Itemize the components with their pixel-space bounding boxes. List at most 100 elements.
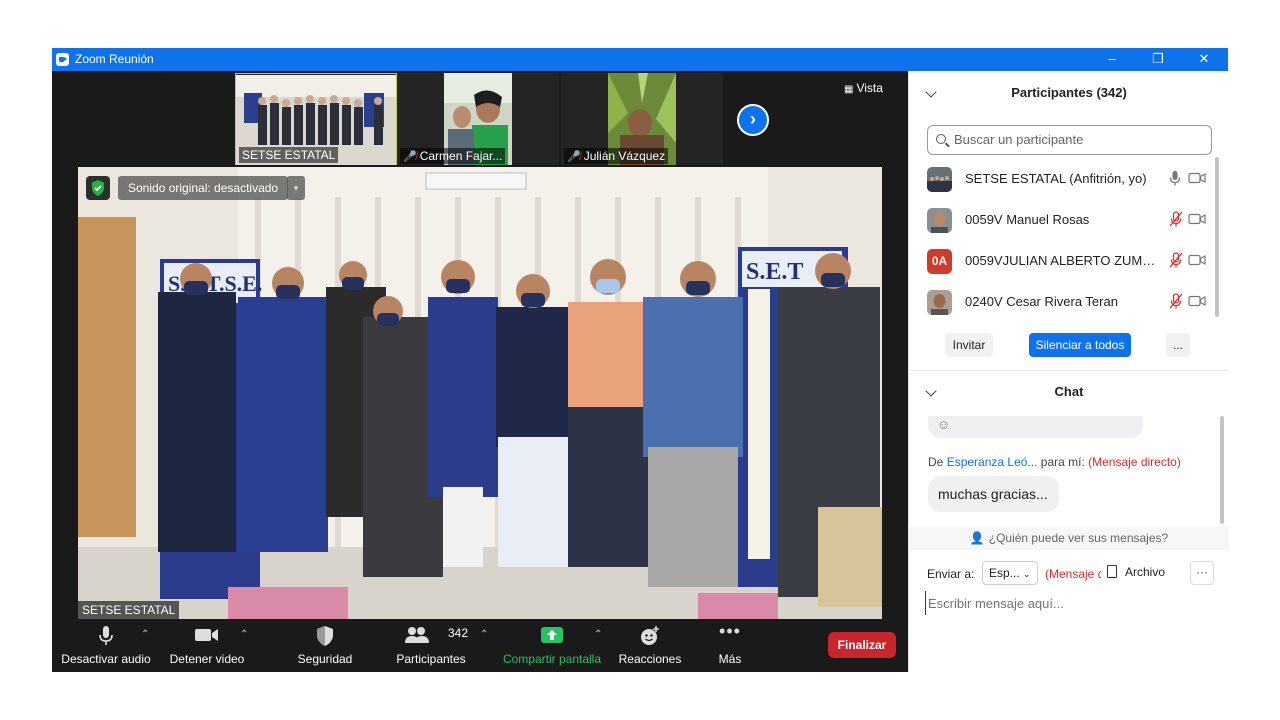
- window-title: Zoom Reunión: [75, 52, 154, 66]
- participants-title: Participantes (342): [1011, 85, 1127, 100]
- microphone-icon[interactable]: [1169, 170, 1181, 187]
- chat-scrollbar[interactable]: [1220, 416, 1224, 524]
- direct-message-indicator: (Mensaje directo): [1045, 567, 1101, 581]
- banner-right-text: S.E.T: [746, 259, 803, 285]
- video-camera-icon[interactable]: [1188, 172, 1206, 184]
- restore-button[interactable]: ❐: [1135, 48, 1181, 71]
- avatar: [927, 167, 952, 192]
- to-me-label: para mí:: [1040, 455, 1085, 469]
- share-screen-icon: [541, 627, 563, 643]
- participants-icon: [405, 627, 429, 643]
- meeting-area: SETSE ESTATAL 🎤̸ Carmen Fajar... 🎤̸ Juli…: [52, 71, 908, 672]
- participant-row[interactable]: 0240V Cesar Rivera Teran: [909, 282, 1219, 322]
- video-camera-icon: [195, 629, 218, 641]
- security-shield-icon[interactable]: [86, 176, 110, 200]
- muted-mic-icon[interactable]: [1169, 252, 1183, 269]
- person-lock-icon: 👤: [969, 531, 985, 545]
- video-camera-icon[interactable]: [1188, 213, 1206, 225]
- video-camera-icon[interactable]: [1188, 295, 1206, 307]
- stop-video-button[interactable]: Detener video: [164, 621, 250, 672]
- thumbnail-julian[interactable]: 🎤̸ Julián Vázquez: [561, 73, 723, 165]
- thumbnail-name-text: Julián Vázquez: [583, 149, 666, 163]
- chat-more-button[interactable]: ···: [1190, 561, 1214, 585]
- mute-all-button[interactable]: Silenciar a todos: [1029, 333, 1131, 357]
- share-screen-button[interactable]: Compartir pantalla: [500, 621, 604, 672]
- zoom-logo-icon: [56, 53, 69, 66]
- participants-scrollbar[interactable]: [1215, 157, 1219, 317]
- participant-search-input[interactable]: Buscar un participante: [927, 125, 1212, 155]
- thumbnail-name: 🎤̸ Carmen Fajar...: [400, 148, 506, 164]
- participant-name: 0059V Manuel Rosas: [965, 212, 1090, 227]
- reactions-button[interactable]: Reacciones: [614, 621, 686, 672]
- panel-divider: [909, 370, 1229, 371]
- chat-message-header: De Esperanza Leó... para mí: (Mensaje di…: [928, 455, 1181, 469]
- avatar: [927, 290, 952, 315]
- participant-row[interactable]: SETSE ESTATAL (Anfitrión, yo): [909, 159, 1219, 199]
- next-page-arrow-icon[interactable]: ›: [737, 104, 769, 136]
- recipient-dropdown[interactable]: Esp... ⌄: [982, 561, 1038, 585]
- avatar: [927, 208, 952, 233]
- who-can-see-link[interactable]: 👤 ¿Quién puede ver sus mensajes?: [909, 526, 1229, 550]
- security-label: Seguridad: [297, 652, 353, 666]
- close-button[interactable]: ✕: [1181, 48, 1227, 71]
- audio-options-chevron-icon[interactable]: ⌃: [141, 629, 149, 640]
- search-icon: [936, 134, 946, 144]
- thumbnail-name-text: Carmen Fajar...: [419, 149, 503, 163]
- chat-header: Chat: [909, 372, 1229, 412]
- participant-row[interactable]: 0059V Manuel Rosas: [909, 200, 1219, 240]
- more-label: Más: [718, 652, 742, 666]
- reactions-label: Reacciones: [618, 652, 682, 666]
- participants-more-button[interactable]: ...: [1166, 333, 1190, 357]
- avatar: 0A: [927, 249, 952, 274]
- share-options-chevron-icon[interactable]: ⌃: [594, 629, 602, 640]
- mute-audio-button[interactable]: Desactivar audio: [60, 621, 152, 672]
- thumbnail-setse[interactable]: SETSE ESTATAL: [235, 73, 397, 165]
- security-button[interactable]: Seguridad: [290, 621, 360, 672]
- emoji-icon: ☺: [937, 417, 951, 432]
- thumbnail-carmen[interactable]: 🎤̸ Carmen Fajar...: [397, 73, 559, 165]
- muted-mic-icon: 🎤̸: [567, 151, 581, 163]
- participant-name: SETSE ESTATAL (Anfitrión, yo): [965, 171, 1147, 186]
- view-button[interactable]: ▦ Vista: [844, 81, 883, 95]
- chat-emoji-bubble: ☺: [928, 416, 1143, 438]
- file-button[interactable]: Archivo: [1107, 565, 1165, 579]
- mute-audio-label: Desactivar audio: [61, 652, 151, 666]
- title-bar: Zoom Reunión – ❐ ✕: [52, 48, 1228, 71]
- sender-name-link[interactable]: Esperanza Leó...: [947, 455, 1038, 469]
- video-camera-icon[interactable]: [1188, 254, 1206, 266]
- participants-count: 342: [448, 626, 469, 640]
- grid-icon: ▦: [844, 84, 854, 95]
- who-can-see-text: ¿Quién puede ver sus mensajes?: [988, 531, 1169, 545]
- main-video: S.E.T.S.E. S.E.T: [78, 167, 882, 619]
- meeting-toolbar: Desactivar audio ⌃ Detener video ⌃ Segur…: [52, 621, 908, 672]
- muted-mic-icon[interactable]: [1169, 293, 1183, 310]
- search-placeholder: Buscar un participante: [954, 132, 1084, 147]
- participants-options-chevron-icon[interactable]: ⌃: [480, 629, 488, 640]
- microphone-icon: [99, 626, 113, 645]
- shield-icon: [317, 626, 333, 646]
- sound-options-chevron-icon[interactable]: ▾: [287, 176, 305, 200]
- collapse-chevron-icon[interactable]: [925, 385, 937, 397]
- chat-message-input[interactable]: [925, 591, 1215, 615]
- video-options-chevron-icon[interactable]: ⌃: [240, 629, 248, 640]
- share-screen-label: Compartir pantalla: [502, 652, 602, 666]
- original-sound-toggle[interactable]: Sonido original: desactivado: [118, 176, 289, 200]
- minimize-button[interactable]: –: [1089, 48, 1135, 71]
- more-dots-icon: •••: [719, 621, 741, 641]
- participant-row[interactable]: 0A 0059VJULIAN ALBERTO ZUMAYA...: [909, 241, 1219, 281]
- chat-title: Chat: [1054, 384, 1084, 399]
- muted-mic-icon: 🎤̸: [403, 151, 417, 163]
- view-button-label: Vista: [856, 81, 883, 95]
- invite-button[interactable]: Invitar: [945, 333, 993, 357]
- end-meeting-button[interactable]: Finalizar: [828, 632, 896, 658]
- muted-mic-icon[interactable]: [1169, 211, 1183, 228]
- more-button[interactable]: ••• Más: [702, 621, 758, 672]
- main-video-name: SETSE ESTATAL: [78, 601, 180, 619]
- file-icon: [1107, 565, 1117, 578]
- participants-button[interactable]: 342 Participantes: [390, 621, 472, 672]
- zoom-window: Zoom Reunión – ❐ ✕ SETSE ESTATAL 🎤̸ Carm…: [52, 48, 1229, 672]
- main-video-photo: S.E.T.S.E. S.E.T: [78, 167, 882, 619]
- participants-header: Participantes (342): [909, 73, 1229, 113]
- collapse-chevron-icon[interactable]: [925, 86, 937, 98]
- side-panel: Participantes (342) Buscar un participan…: [908, 71, 1229, 672]
